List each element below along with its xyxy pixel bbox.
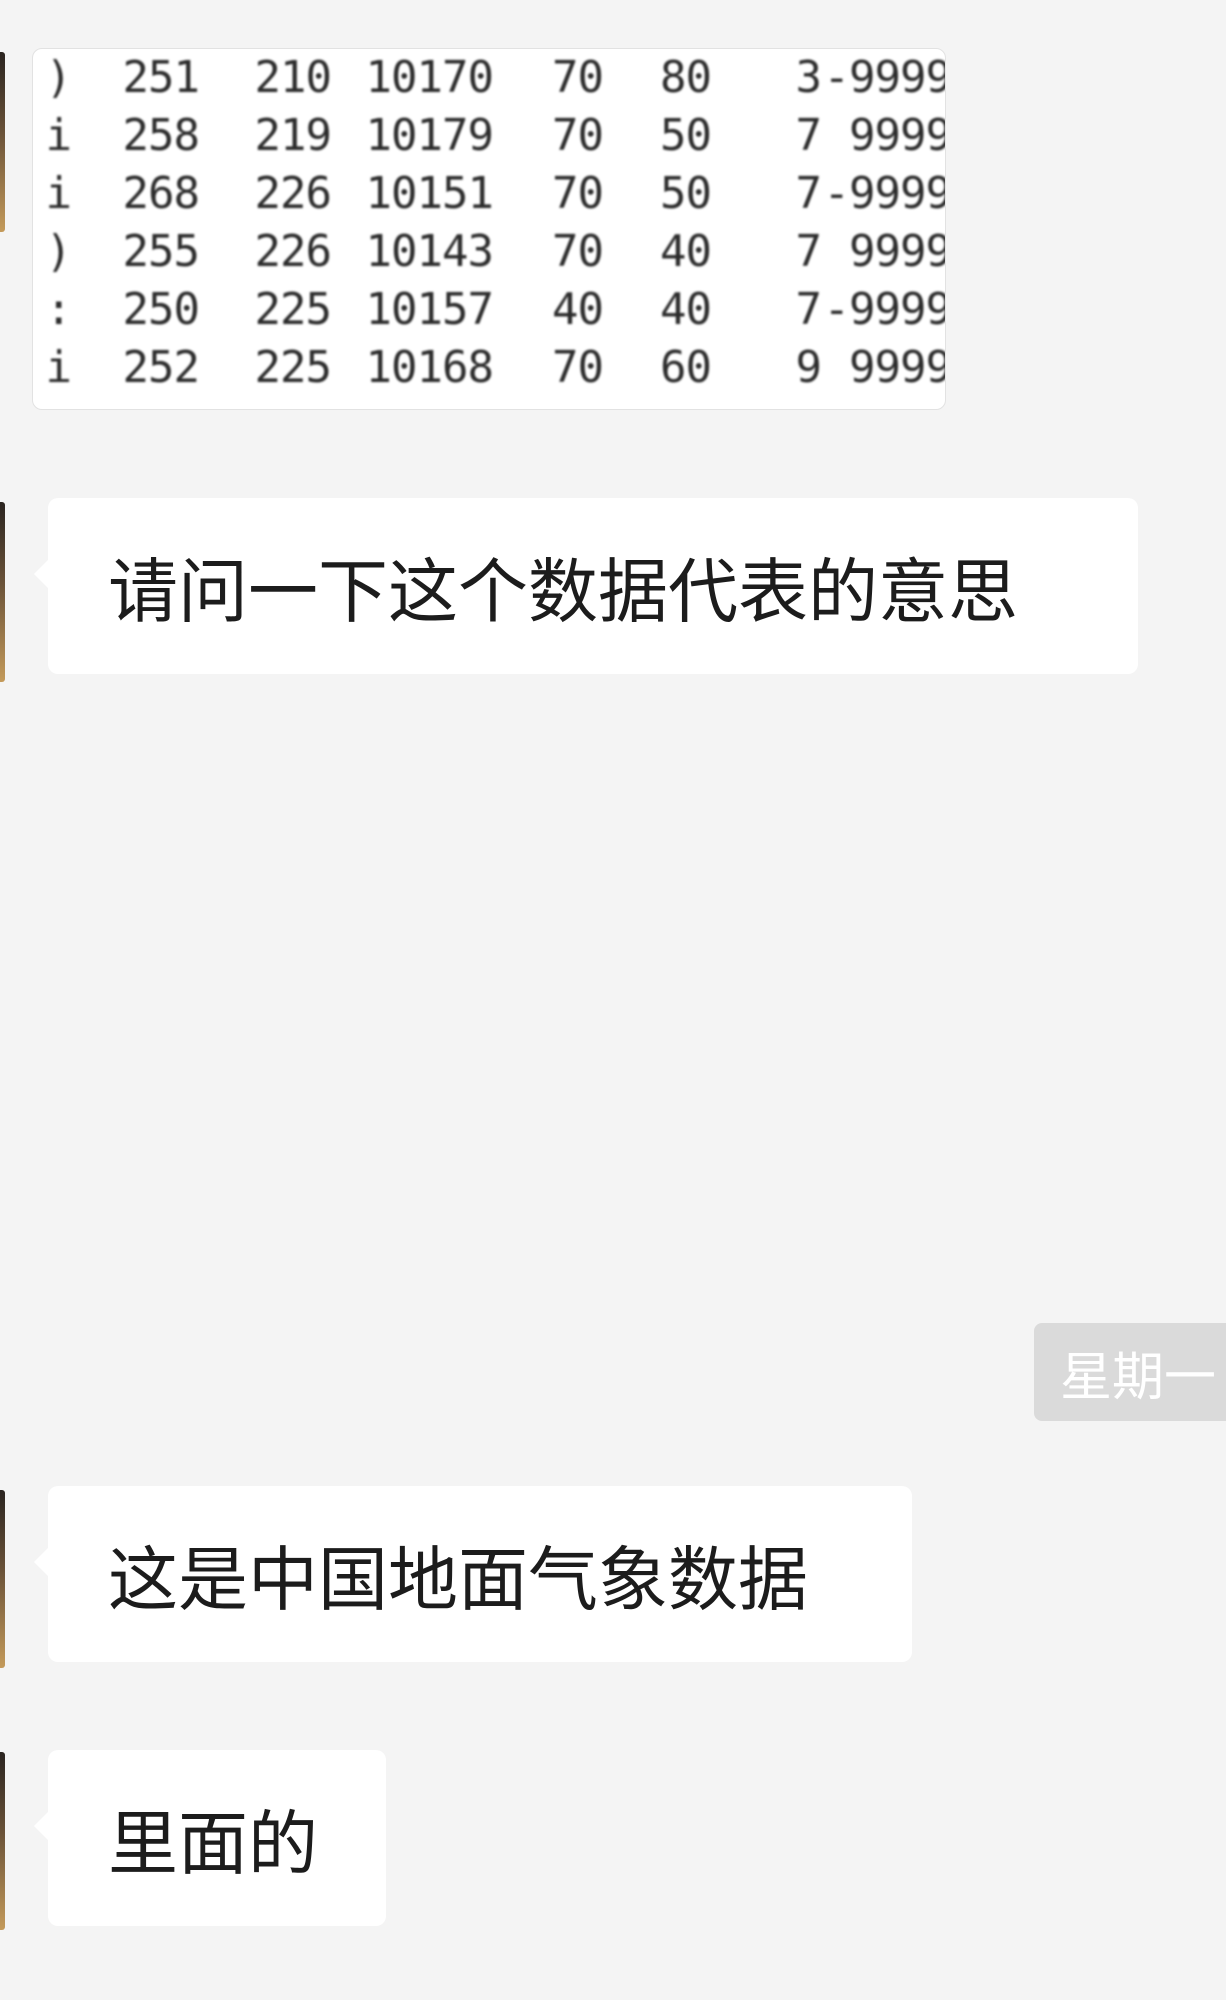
data-cell: 250 — [122, 284, 200, 335]
data-cell: 70 — [552, 168, 604, 219]
data-cell: 50 — [660, 168, 712, 219]
data-cell: 251 — [122, 52, 200, 103]
message-text: 请问一下这个数据代表的意思 — [108, 550, 1018, 633]
cropped-cell: i — [45, 342, 73, 393]
data-cell: 9999 — [849, 110, 946, 161]
cropped-cell: ) — [45, 52, 73, 103]
message-bubble[interactable]: 这是中国地面气象数据 — [34, 1486, 912, 1662]
data-cell: 252 — [122, 342, 200, 393]
data-cell: 9 — [795, 342, 823, 393]
data-cell: 70 — [552, 52, 604, 103]
data-row: :2502251015740407-99990 — [33, 281, 946, 339]
data-cell: 7 — [795, 168, 823, 219]
data-cell: 40 — [660, 226, 712, 277]
data-cell: 255 — [122, 226, 200, 277]
data-cell: 10143 — [365, 226, 494, 277]
data-cell: -9999 — [823, 284, 946, 335]
data-cell: 50 — [660, 110, 712, 161]
timestamp-badge: 星期一 — [1034, 1323, 1226, 1421]
data-row: i2682261015170507-9999-99 — [33, 165, 946, 223]
data-cell: 225 — [254, 342, 332, 393]
data-cell: 7 — [795, 284, 823, 335]
data-cell: 226 — [254, 168, 332, 219]
data-cell: 226 — [254, 226, 332, 277]
data-cell: 70 — [552, 342, 604, 393]
data-cell: 9999 — [849, 342, 946, 393]
data-cell: 9999 — [849, 226, 946, 277]
data-cell: 7 — [795, 110, 823, 161]
data-cell: 10170 — [365, 52, 494, 103]
message-text: 里面的 — [108, 1802, 318, 1885]
sender-avatar[interactable] — [0, 1490, 5, 1668]
data-cell: 258 — [122, 110, 200, 161]
data-cell: 10151 — [365, 168, 494, 219]
cropped-cell: : — [45, 284, 73, 335]
data-cell: 70 — [552, 226, 604, 277]
data-cell: 210 — [254, 52, 332, 103]
data-cell: 10168 — [365, 342, 494, 393]
data-cell: 80 — [660, 52, 712, 103]
message-text: 这是中国地面气象数据 — [108, 1538, 808, 1621]
data-cell: 219 — [254, 110, 332, 161]
data-cell: 40 — [660, 284, 712, 335]
data-cell: 40 — [552, 284, 604, 335]
sender-avatar[interactable] — [0, 52, 5, 232]
data-cell: 70 — [552, 110, 604, 161]
cropped-cell: i — [45, 168, 73, 219]
sender-avatar[interactable] — [0, 502, 5, 682]
image-message[interactable]: )2512101017070803-9999-99i25821910179705… — [32, 48, 946, 410]
data-cell: 225 — [254, 284, 332, 335]
data-row: i2522251016870609999999 — [33, 339, 946, 397]
data-cell: 10179 — [365, 110, 494, 161]
data-cell: 3 — [795, 52, 823, 103]
data-cell: 60 — [660, 342, 712, 393]
data-row: )2512101017070803-9999-99 — [33, 49, 946, 107]
data-cell: 7 — [795, 226, 823, 277]
data-cell: -9999 — [823, 168, 946, 219]
data-table-image: )2512101017070803-9999-99i25821910179705… — [33, 49, 946, 397]
data-cell: 10157 — [365, 284, 494, 335]
data-row: )2552261014370407999999 — [33, 223, 946, 281]
cropped-cell: ) — [45, 226, 73, 277]
cropped-cell: i — [45, 110, 73, 161]
sender-avatar[interactable] — [0, 1752, 5, 1930]
message-bubble[interactable]: 里面的 — [34, 1750, 386, 1926]
message-bubble[interactable]: 请问一下这个数据代表的意思 — [34, 498, 1138, 674]
data-row: i2582191017970507999999 — [33, 107, 946, 165]
timestamp-text: 星期一 — [1060, 1347, 1217, 1408]
data-cell: 268 — [122, 168, 200, 219]
data-cell: -9999 — [823, 52, 946, 103]
